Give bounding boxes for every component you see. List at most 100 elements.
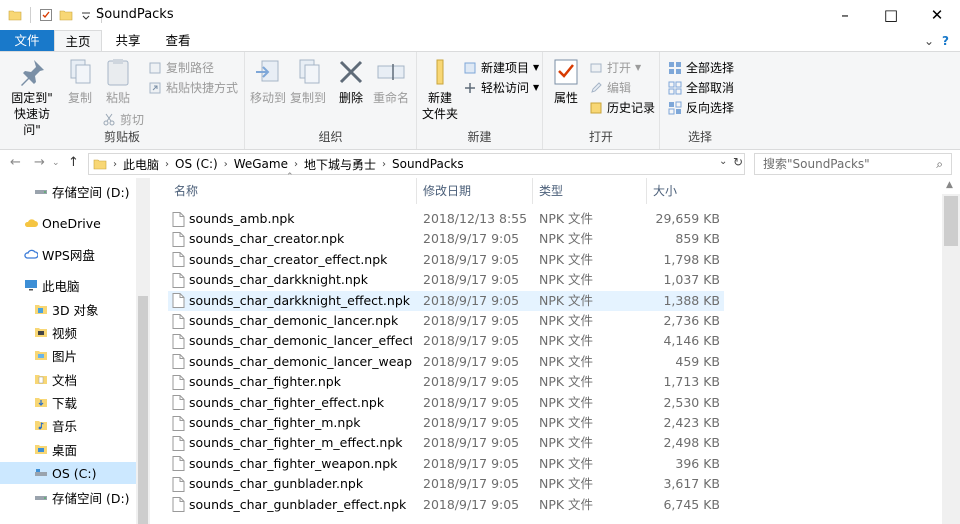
back-button[interactable]: ← bbox=[10, 155, 21, 170]
nav-item-drive-d-2[interactable]: 存储空间 (D:) bbox=[0, 486, 136, 508]
nav-scrollbar-thumb[interactable] bbox=[138, 296, 148, 524]
nav-item-videos[interactable]: 视频 bbox=[0, 321, 136, 343]
file-name: sounds_char_demonic_lancer_effect.... bbox=[189, 333, 412, 349]
recent-locations-button[interactable]: ⌄ bbox=[52, 158, 60, 168]
breadcrumb-item[interactable]: 此电脑 bbox=[123, 156, 159, 173]
table-row[interactable]: sounds_char_darkknight.npk 2018/9/17 9:05… bbox=[168, 270, 724, 290]
invert-selection-button[interactable]: 反向选择 bbox=[668, 98, 734, 117]
table-row[interactable]: sounds_char_darkknight_effect.npk 2018/9/… bbox=[168, 290, 724, 311]
table-row[interactable]: sounds_char_creator.npk 2018/9/17 9:05 NPK… bbox=[168, 229, 724, 249]
column-header-size[interactable]: 大小 bbox=[647, 178, 727, 204]
refresh-icon[interactable]: ↻ bbox=[733, 155, 743, 169]
tab-file[interactable]: 文件 bbox=[0, 30, 54, 52]
nav-scrollbar[interactable] bbox=[136, 178, 150, 524]
cut-button[interactable]: 剪切 bbox=[102, 110, 144, 129]
new-item-button[interactable]: 新建项目 ▼ bbox=[463, 58, 539, 77]
paste-shortcut-button[interactable]: 粘贴快捷方式 bbox=[148, 78, 238, 97]
nav-item-drive-d[interactable]: 存储空间 (D:) bbox=[0, 180, 136, 202]
delete-button[interactable]: 删除 bbox=[335, 56, 367, 106]
file-name: sounds_char_fighter_weapon.npk bbox=[189, 455, 398, 471]
nav-item-this-pc[interactable]: 此电脑 bbox=[0, 274, 136, 296]
table-row[interactable]: sounds_char_gunblader_effect.npk 2018/9/1… bbox=[168, 495, 724, 515]
properties-button[interactable]: 属性 bbox=[549, 56, 583, 106]
table-row[interactable]: sounds_char_fighter_weapon.npk 2018/9/17 … bbox=[168, 454, 724, 474]
properties-icon[interactable] bbox=[39, 8, 53, 22]
select-none-icon bbox=[668, 81, 682, 94]
tab-share[interactable]: 共享 bbox=[104, 30, 152, 52]
nav-item-documents[interactable]: 文档 bbox=[0, 368, 136, 390]
up-button[interactable]: ↑ bbox=[68, 155, 79, 170]
table-row[interactable]: sounds_char_fighter_m.npk 2018/9/17 9:05 N… bbox=[168, 413, 724, 433]
nav-item-wps-cloud[interactable]: WPS网盘 bbox=[0, 243, 136, 265]
nav-item-downloads[interactable]: 下载 bbox=[0, 391, 136, 413]
nav-item-onedrive[interactable]: OneDrive bbox=[0, 212, 136, 234]
breadcrumb-item[interactable]: SoundPacks bbox=[392, 157, 464, 171]
address-bar[interactable]: › 此电脑 › OS (C:) › WeGame › 地下城与勇士 › Soun… bbox=[88, 153, 745, 175]
column-header-date[interactable]: 修改日期 bbox=[417, 178, 533, 204]
file-size: 1,798 KB bbox=[663, 251, 720, 267]
file-icon bbox=[172, 395, 185, 411]
file-name: sounds_char_darkknight.npk bbox=[189, 272, 368, 288]
file-type: NPK 文件 bbox=[539, 353, 594, 369]
chevron-down-icon[interactable] bbox=[79, 8, 93, 22]
nav-item-desktop[interactable]: 桌面 bbox=[0, 438, 136, 460]
file-name-cell: sounds_char_fighter_m.npk bbox=[172, 413, 412, 433]
file-icon bbox=[172, 272, 185, 288]
select-none-button[interactable]: 全部取消 bbox=[668, 78, 734, 97]
table-row[interactable]: sounds_char_demonic_lancer_weap... 2018/9… bbox=[168, 352, 724, 372]
nav-item-drive-c[interactable]: OS (C:) bbox=[0, 462, 136, 484]
open-button[interactable]: 打开 ▼ bbox=[589, 58, 641, 77]
table-row[interactable]: sounds_char_creator_effect.npk 2018/9/17 … bbox=[168, 250, 724, 270]
minimize-button[interactable]: – bbox=[822, 0, 868, 30]
drive-icon bbox=[35, 496, 47, 500]
column-header-type[interactable]: 类型 bbox=[533, 178, 647, 204]
file-list-scrollbar-thumb[interactable] bbox=[944, 196, 958, 246]
file-list-scrollbar[interactable]: ▲ bbox=[942, 180, 960, 524]
pin-quick-access-button[interactable]: 固定到" 快速访问" bbox=[6, 56, 58, 138]
breadcrumb-item[interactable]: 地下城与勇士 bbox=[304, 156, 376, 173]
copy-path-button[interactable]: 复制路径 bbox=[148, 58, 214, 77]
table-row[interactable]: sounds_amb.npk 2018/12/13 8:55 NPK 文件 29,65… bbox=[168, 209, 724, 229]
breadcrumb-item[interactable]: WeGame bbox=[234, 157, 288, 171]
select-all-button[interactable]: 全部选择 bbox=[668, 58, 734, 77]
close-button[interactable]: ✕ bbox=[914, 0, 960, 30]
history-button[interactable]: 历史记录 bbox=[589, 98, 655, 117]
scroll-up-icon[interactable]: ▲ bbox=[946, 180, 953, 190]
forward-button[interactable]: → bbox=[34, 155, 45, 170]
file-size: 1,713 KB bbox=[663, 374, 720, 390]
copy-button[interactable]: 复制 bbox=[62, 56, 98, 106]
collapse-ribbon-button[interactable]: ⌄ bbox=[924, 34, 934, 48]
column-header-name[interactable]: 名称 bbox=[168, 178, 417, 204]
edit-button[interactable]: 编辑 bbox=[589, 78, 631, 97]
file-type: NPK 文件 bbox=[539, 476, 594, 492]
breadcrumb-item[interactable]: OS (C:) bbox=[175, 157, 218, 171]
computer-icon bbox=[25, 280, 37, 291]
chevron-down-icon[interactable]: ⌄ bbox=[719, 156, 727, 167]
file-icon bbox=[172, 435, 185, 451]
rename-button[interactable]: 重命名 bbox=[371, 56, 411, 106]
file-size: 859 KB bbox=[675, 231, 720, 247]
tab-home[interactable]: 主页 bbox=[54, 30, 102, 52]
new-folder-icon[interactable] bbox=[59, 8, 73, 22]
new-folder-button[interactable]: 新建 文件夹 bbox=[419, 56, 461, 122]
help-button[interactable]: ? bbox=[942, 34, 949, 48]
nav-item-pictures[interactable]: 图片 bbox=[0, 344, 136, 366]
tab-view[interactable]: 查看 bbox=[154, 30, 202, 52]
table-row[interactable]: sounds_char_fighter.npk 2018/9/17 9:05 NPK… bbox=[168, 372, 724, 392]
nav-item-music[interactable]: 音乐 bbox=[0, 414, 136, 436]
copy-path-icon bbox=[149, 62, 161, 73]
file-icon bbox=[172, 476, 185, 492]
table-row[interactable]: sounds_char_gunblader.npk 2018/9/17 9:05 N… bbox=[168, 474, 724, 494]
move-to-button[interactable]: 移动到 bbox=[249, 56, 287, 106]
nav-item-3d-objects[interactable]: 3D 对象 bbox=[0, 298, 136, 320]
folder-icon bbox=[35, 328, 47, 337]
table-row[interactable]: sounds_char_demonic_lancer_effect.... 201… bbox=[168, 331, 724, 351]
table-row[interactable]: sounds_char_fighter_effect.npk 2018/9/17 … bbox=[168, 393, 724, 413]
search-input[interactable]: 搜索"SoundPacks" ⌕ bbox=[754, 153, 952, 175]
easy-access-button[interactable]: 轻松访问 ▼ bbox=[463, 78, 539, 97]
table-row[interactable]: sounds_char_demonic_lancer.npk 2018/9/17 … bbox=[168, 311, 724, 331]
paste-button[interactable]: 粘贴 bbox=[100, 56, 136, 106]
maximize-button[interactable]: □ bbox=[868, 0, 914, 30]
table-row[interactable]: sounds_char_fighter_m_effect.npk 2018/9/1… bbox=[168, 433, 724, 453]
copy-to-button[interactable]: 复制到 bbox=[289, 56, 327, 106]
